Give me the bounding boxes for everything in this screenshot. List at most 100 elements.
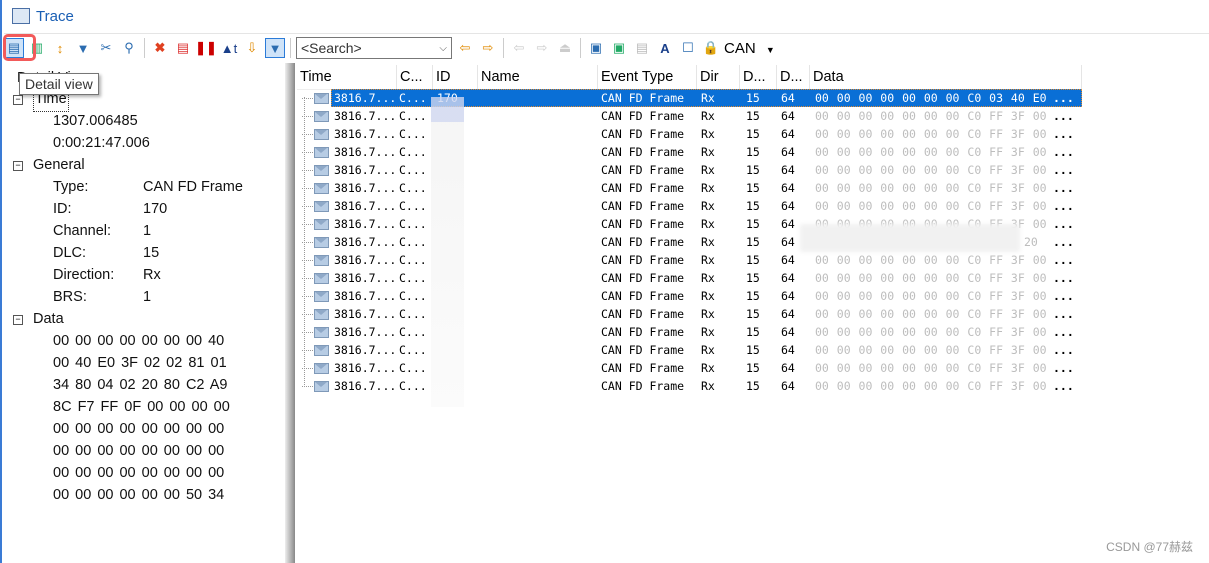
cell-length: 64	[781, 109, 795, 123]
cell-event-type: CAN FD Frame	[601, 109, 685, 123]
cell-data: 20	[1024, 235, 1038, 249]
column-header[interactable]: C...	[397, 65, 433, 89]
cell-dlc: 15	[746, 379, 760, 393]
find-next-icon[interactable]: ⇨	[478, 38, 498, 58]
filter-active-icon[interactable]: ▼	[265, 38, 285, 58]
table-row[interactable]: 3816.7... C... CAN FD Frame Rx 15 64 00 …	[297, 359, 1082, 377]
cell-dir: Rx	[701, 217, 715, 231]
collapse-icon[interactable]: −	[13, 95, 23, 105]
cell-event-type: CAN FD Frame	[601, 379, 685, 393]
expand-rows-icon[interactable]: ↕	[50, 38, 70, 58]
cell-time: 3816.7...	[334, 163, 397, 177]
delete-icon[interactable]: ✖	[150, 38, 170, 58]
window-frame-icon[interactable]: ☐	[678, 38, 698, 58]
window-message-icon[interactable]: ▣	[586, 38, 606, 58]
cell-event-type: CAN FD Frame	[601, 91, 685, 105]
table-row[interactable]: 3816.7... C... CAN FD Frame Rx 15 64 00 …	[297, 125, 1082, 143]
clear-filter-icon[interactable]: ▤	[173, 38, 193, 58]
collapse-icon[interactable]: −	[13, 161, 23, 171]
column-header[interactable]: D...	[777, 65, 810, 89]
table-row[interactable]: 3816.7... C... CAN FD Frame Rx 15 64 00 …	[297, 179, 1082, 197]
message-icon	[314, 327, 329, 338]
toolbar: ▤ ▥ ↕ ▼ ✂ ⚲ ✖ ▤ ❚❚ ▲t ⇩ ▼ <Search> ⌵ ⇦ ⇨…	[4, 33, 1209, 62]
column-header[interactable]: Data	[810, 65, 1082, 89]
filter-scissors-icon[interactable]: ✂	[96, 38, 116, 58]
forward-icon[interactable]: ⇨	[532, 38, 552, 58]
window-title-text: Trace	[36, 7, 74, 25]
search-input[interactable]: <Search> ⌵	[296, 37, 452, 59]
chevron-down-icon[interactable]: ⌵	[439, 43, 447, 54]
cell-time: 3816.7...	[334, 253, 397, 267]
separator	[503, 38, 504, 58]
table-row[interactable]: 3816.7... C... CAN FD Frame Rx 15 64 00 …	[297, 377, 1082, 395]
time-mode-icon[interactable]: ▲t	[219, 38, 239, 58]
export-icon[interactable]: ⇩	[242, 38, 262, 58]
table-row[interactable]: 3816.7... C... CAN FD Frame Rx 15 64 00 …	[297, 161, 1082, 179]
cell-data: 00 00 00 00 00 00 00 C0 FF 3F 00	[815, 289, 1047, 303]
field-value: 1	[143, 223, 152, 239]
cell-dir: Rx	[701, 91, 715, 105]
cell-length: 64	[781, 289, 795, 303]
cell-data: 00 00 00 00 00 00 00 C0 FF 3F 00	[815, 361, 1047, 375]
cell-dir: Rx	[701, 361, 715, 375]
marker-icon[interactable]: ⏏	[555, 38, 575, 58]
table-row[interactable]: 3816.7... C... CAN FD Frame Rx 15 64 00 …	[297, 269, 1082, 287]
panel-splitter[interactable]	[285, 63, 295, 563]
cell-dlc: 15	[746, 343, 760, 357]
data-bytes-line: 00 00 00 00 00 00 00 00	[53, 421, 225, 437]
cell-dir: Rx	[701, 307, 715, 321]
cell-length: 64	[781, 271, 795, 285]
field-label: Channel:	[53, 223, 112, 239]
collapse-icon[interactable]: −	[13, 315, 23, 325]
cell-data: 00 00 00 00 00 00 00 C0 FF 3F 00	[815, 379, 1047, 393]
message-icon	[314, 237, 329, 248]
cell-data-more: ...	[1053, 361, 1074, 375]
cell-dlc: 15	[746, 271, 760, 285]
column-header[interactable]: Name	[478, 65, 598, 89]
table-row[interactable]: 3816.7... C... CAN FD Frame Rx 15 64 00 …	[297, 107, 1082, 125]
tree-node-general[interactable]: General	[33, 154, 85, 176]
column-header[interactable]: Time	[297, 65, 397, 89]
bus-selector[interactable]: CAN ▼	[724, 40, 775, 57]
column-header[interactable]: D...	[740, 65, 777, 89]
column-header[interactable]: Event Type	[598, 65, 697, 89]
dropdown-arrow-icon: ▼	[765, 44, 775, 55]
message-icon	[314, 381, 329, 392]
cell-data: 00 00 00 00 00 00 00 C0 FF 3F 00	[815, 163, 1047, 177]
font-size-icon[interactable]: A	[655, 38, 675, 58]
column-header[interactable]: Dir	[697, 65, 740, 89]
field-value: Rx	[143, 267, 161, 283]
find-previous-icon[interactable]: ⇦	[455, 38, 475, 58]
table-row[interactable]: 3816.7... C... CAN FD Frame Rx 15 64 00 …	[297, 341, 1082, 359]
table-row[interactable]: 3816.7... C... 170 CAN FD Frame Rx 15 64…	[297, 89, 1082, 107]
cell-channel: C...	[399, 235, 427, 249]
table-row[interactable]: 3816.7... C... CAN FD Frame Rx 15 64 00 …	[297, 305, 1082, 323]
find-binoculars-icon[interactable]: ⚲	[119, 38, 139, 58]
cell-dir: Rx	[701, 199, 715, 213]
cell-dir: Rx	[701, 109, 715, 123]
cell-data-more: ...	[1053, 163, 1074, 177]
cell-length: 64	[781, 181, 795, 195]
lock-icon[interactable]: 🔒	[701, 38, 721, 58]
table-row[interactable]: 3816.7... C... CAN FD Frame Rx 15 64 00 …	[297, 251, 1082, 269]
window-globe-icon[interactable]: ▣	[609, 38, 629, 58]
cell-dir: Rx	[701, 127, 715, 141]
cell-data-more: ...	[1053, 325, 1074, 339]
cell-dlc: 15	[746, 181, 760, 195]
pause-icon[interactable]: ❚❚	[195, 38, 217, 58]
tree-node-data[interactable]: Data	[33, 308, 64, 330]
table-row[interactable]: 3816.7... C... CAN FD Frame Rx 15 64 00 …	[297, 143, 1082, 161]
table-row[interactable]: 3816.7... C... CAN FD Frame Rx 15 64 00 …	[297, 287, 1082, 305]
filter-message-icon[interactable]: ▼	[73, 38, 93, 58]
cell-length: 64	[781, 91, 795, 105]
column-header[interactable]: ID	[433, 65, 478, 89]
cell-data: 00 00 00 00 00 00 00 C0 03 40 E0	[815, 91, 1047, 105]
table-row[interactable]: 3816.7... C... CAN FD Frame Rx 15 64 00 …	[297, 323, 1082, 341]
cell-length: 64	[781, 145, 795, 159]
cell-dir: Rx	[701, 379, 715, 393]
cell-time: 3816.7...	[334, 271, 397, 285]
back-icon[interactable]: ⇦	[509, 38, 529, 58]
layout-icon[interactable]: ▤	[632, 38, 652, 58]
cell-channel: C...	[399, 361, 427, 375]
table-row[interactable]: 3816.7... C... CAN FD Frame Rx 15 64 00 …	[297, 197, 1082, 215]
